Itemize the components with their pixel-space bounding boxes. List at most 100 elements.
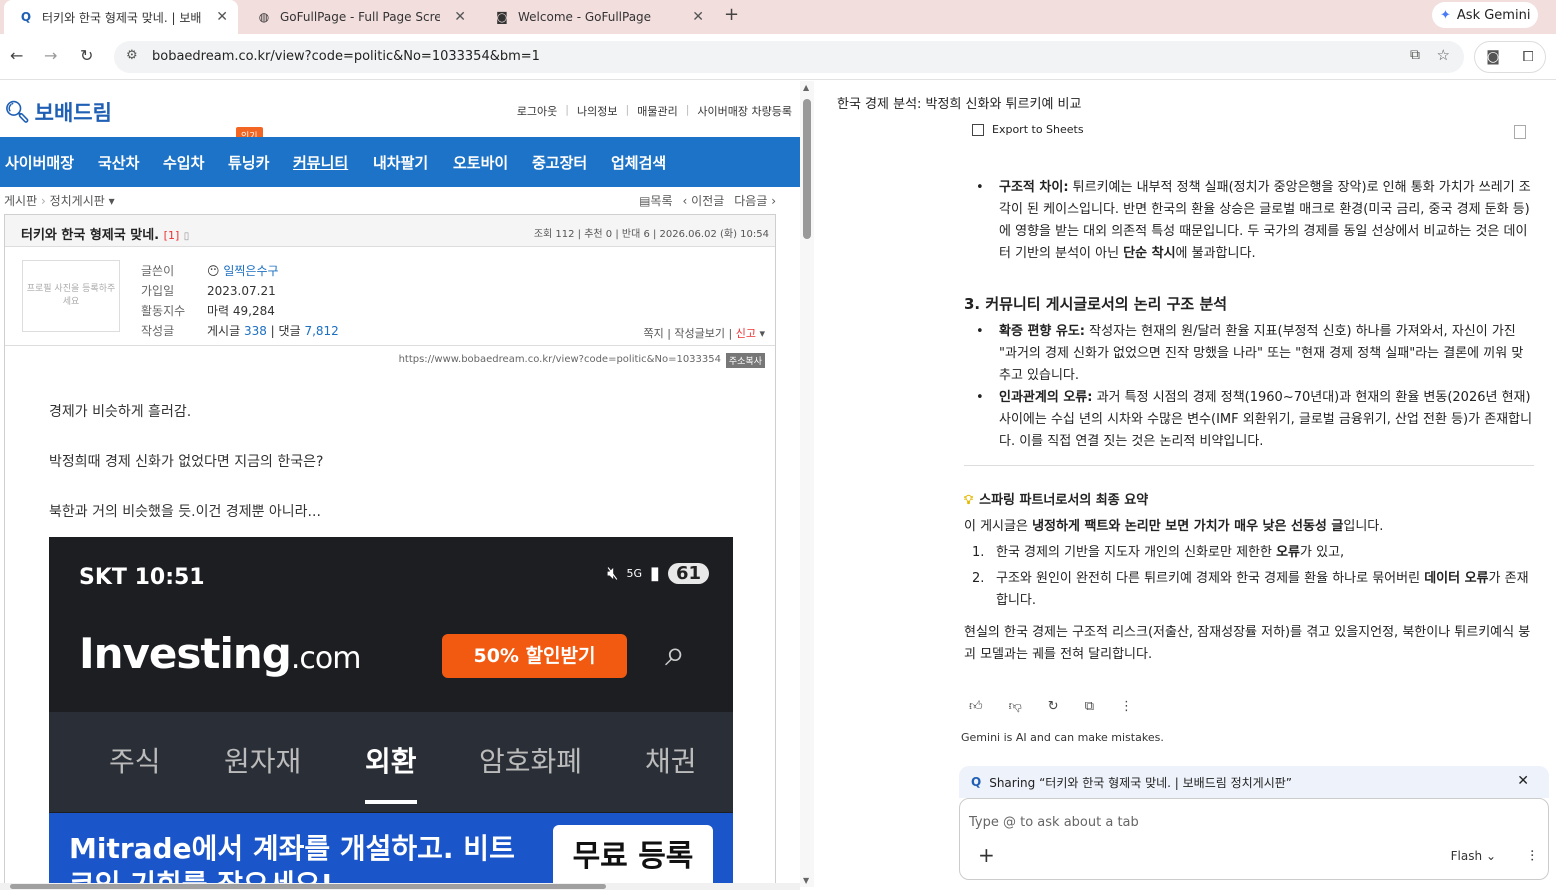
add-icon[interactable]: + xyxy=(978,843,995,867)
mute-icon: 🔇︎ xyxy=(607,563,619,584)
tab-welcome[interactable]: ◙ Welcome - GoFullPage ✕ xyxy=(480,0,714,34)
tab-gofullpage[interactable]: ◍ GoFullPage - Full Page Screen ✕ xyxy=(242,0,476,34)
cyber-store-register-link[interactable]: 사이버매장 차량등록 xyxy=(697,103,792,119)
comment-count[interactable]: [1] xyxy=(164,229,180,242)
item-number: 1. xyxy=(972,545,985,560)
disclaimer: Gemini is AI and can make mistakes. xyxy=(961,731,1164,744)
nav-used-market[interactable]: 중고장터 xyxy=(532,152,587,173)
prev-link[interactable]: ‹ 이전글 xyxy=(683,192,725,209)
copy-icon[interactable]: ⧉ xyxy=(1085,699,1094,714)
caret-down-icon[interactable]: ▾ xyxy=(109,194,115,208)
nav-community[interactable]: 커뮤니티 xyxy=(293,152,348,173)
post-meta: 조회 112 | 추천 0 | 반대 6 | 2026.06.02 (화) 10… xyxy=(533,229,769,240)
voice-input-icon[interactable]: ⫶ xyxy=(1530,847,1534,865)
label-joined: 가입일 xyxy=(141,284,175,298)
breadcrumb-board[interactable]: 게시판 xyxy=(4,194,37,208)
tab-bobaedream[interactable]: Q 터키와 한국 형제국 맞네. | 보배드림 ✕ xyxy=(4,0,238,34)
list-link[interactable]: ▤목록 xyxy=(639,192,672,209)
extensions-puzzle-icon[interactable]: ⧠ xyxy=(1522,49,1533,65)
vertical-scrollbar[interactable]: ▲ ▼ xyxy=(800,81,814,887)
close-icon[interactable]: ✕ xyxy=(1517,773,1529,789)
top-links: 로그아웃 | 나의정보 | 매물관리 | 사이버매장 차량등록 xyxy=(517,103,792,119)
regenerate-icon[interactable]: ↻ xyxy=(1048,699,1059,714)
forward-icon[interactable]: → xyxy=(44,46,57,65)
bobae-logo-icon: Q xyxy=(971,775,982,789)
export-to-sheets-button[interactable]: Export to Sheets xyxy=(972,123,1084,136)
more-options-icon[interactable]: ⋮ xyxy=(1120,699,1133,714)
message-link[interactable]: 쪽지 xyxy=(643,327,663,340)
nav-import[interactable]: 수입차 xyxy=(163,152,204,173)
tab-title: GoFullPage - Full Page Screen xyxy=(280,10,440,24)
closing-paragraph: 현실의 한국 경제는 구조적 리스크(저출산, 잠재성장률 저하)를 겪고 있을… xyxy=(964,625,1531,662)
nav-motorcycle[interactable]: 오토바이 xyxy=(453,152,508,173)
model-label: Flash xyxy=(1450,849,1483,863)
author-labels: 글쓴이 가입일 활동지수 작성글 xyxy=(141,261,185,341)
posts-label: 게시글 xyxy=(207,324,241,338)
prompt-input[interactable]: Type @ to ask about a tab + Flash ⌄ ⫶ xyxy=(959,798,1549,880)
body-text: 에 불과합니다. xyxy=(1175,246,1256,261)
label-activity: 활동지수 xyxy=(141,304,186,318)
translate-icon[interactable]: ⧉ xyxy=(1410,47,1420,63)
close-icon[interactable]: ✕ xyxy=(692,9,704,25)
nav-business-search[interactable]: 업체검색 xyxy=(611,152,666,173)
avatar: 😶 xyxy=(207,264,220,278)
site-logo[interactable]: 🔍︎ 보배드림 xyxy=(4,97,112,127)
bullet: • xyxy=(976,390,984,405)
my-info-link[interactable]: 나의정보 xyxy=(577,103,617,119)
nav-tuning[interactable]: 튜닝카 xyxy=(228,152,269,173)
gemini-panel: 한국 경제 분석: 박정희 신화와 튀르키예 비교 Export to Shee… xyxy=(815,81,1556,890)
logout-link[interactable]: 로그아웃 xyxy=(517,103,557,119)
profile-placeholder: 프로필 사진을 등록하주세요 xyxy=(22,260,120,332)
nav-domestic[interactable]: 국산차 xyxy=(98,152,139,173)
next-link[interactable]: 다음글 › xyxy=(734,192,776,209)
close-icon[interactable]: ✕ xyxy=(454,9,466,25)
address-bar[interactable]: ⚙ bobaedream.co.kr/view?code=politic&No=… xyxy=(114,41,1464,73)
url-text[interactable]: bobaedream.co.kr/view?code=politic&No=10… xyxy=(152,49,540,64)
main-nav: 사이버매장 국산차 수입차 튜닝카 커뮤니티 내차팔기 오토바이 중고장터 업체… xyxy=(0,137,800,187)
caret-down-icon[interactable]: ▾ xyxy=(759,327,765,340)
reload-icon[interactable]: ↻ xyxy=(80,46,93,65)
nav-sell-car[interactable]: 내차팔기 xyxy=(373,152,428,173)
screenshot-camera-icon[interactable]: ◙ xyxy=(1486,49,1500,65)
scroll-thumb[interactable] xyxy=(803,99,811,239)
listing-manage-link[interactable]: 매물관리 xyxy=(637,103,677,119)
next-label: 다음글 xyxy=(734,194,768,208)
logo-text: 보배드림 xyxy=(34,101,112,125)
label-posts: 작성글 xyxy=(141,324,175,338)
report-link[interactable]: 신고 xyxy=(736,327,756,340)
back-icon[interactable]: ← xyxy=(10,46,23,65)
scroll-up-icon[interactable]: ▲ xyxy=(803,83,809,92)
thumbs-up-icon[interactable]: 👍︎ xyxy=(969,699,983,714)
author-name[interactable]: 일찍은수구 xyxy=(223,264,278,278)
nav-cyber-store[interactable]: 사이버매장 xyxy=(5,152,74,173)
close-icon[interactable]: ✕ xyxy=(216,9,228,25)
carrier: SKT xyxy=(79,565,127,590)
tab-bonds: 채권 xyxy=(645,745,697,778)
ordered-item: 1. 한국 경제의 기반을 지도자 개인의 신화로만 제한한 오류가 있고, xyxy=(964,542,1534,564)
phone-status-icons: 🔇︎ 5G ▮ 61 xyxy=(607,563,709,584)
breadcrumb-politics[interactable]: 정치게시판 xyxy=(50,194,105,208)
view-posts-link[interactable]: 작성글보기 xyxy=(674,327,725,340)
thumbs-down-icon[interactable]: 👎︎ xyxy=(1009,699,1022,714)
tab-title: 터키와 한국 형제국 맞네. | 보배드림 xyxy=(42,10,202,25)
author-values: 😶 일찍은수구 2023.07.21 마력 49,284 게시글 338 | 댓… xyxy=(207,264,339,338)
divider xyxy=(5,345,775,346)
scroll-thumb[interactable] xyxy=(10,884,606,889)
post-body: 경제가 비슷하게 흘러감. 박정희때 경제 신화가 없었다면 지금의 한국은? … xyxy=(49,387,323,537)
horizontal-scrollbar[interactable] xyxy=(0,883,800,890)
scroll-down-icon[interactable]: ▼ xyxy=(803,876,809,885)
summary-heading: 💡︎ 스파링 파트너로서의 최종 요약 xyxy=(964,490,1534,512)
input-placeholder[interactable]: Type @ to ask about a tab xyxy=(969,815,1139,830)
site-info-icon[interactable]: ⚙ xyxy=(126,48,138,63)
post-line: 경제가 비슷하게 흘러감. xyxy=(49,404,192,420)
model-selector[interactable]: Flash ⌄ xyxy=(1451,849,1496,863)
active-tab-underline xyxy=(365,800,417,804)
copy-icon[interactable] xyxy=(1514,125,1526,139)
copy-address-button[interactable]: 주소복사 xyxy=(725,353,765,368)
bookmark-star-icon[interactable]: ☆ xyxy=(1437,46,1450,64)
ask-gemini-button[interactable]: ✦ Ask Gemini xyxy=(1432,2,1538,28)
camera-icon: ◙ xyxy=(496,10,508,24)
new-tab-button[interactable]: + xyxy=(724,4,739,25)
posts-count[interactable]: 338 xyxy=(244,324,267,338)
replies-count[interactable]: 7,812 xyxy=(304,324,338,338)
